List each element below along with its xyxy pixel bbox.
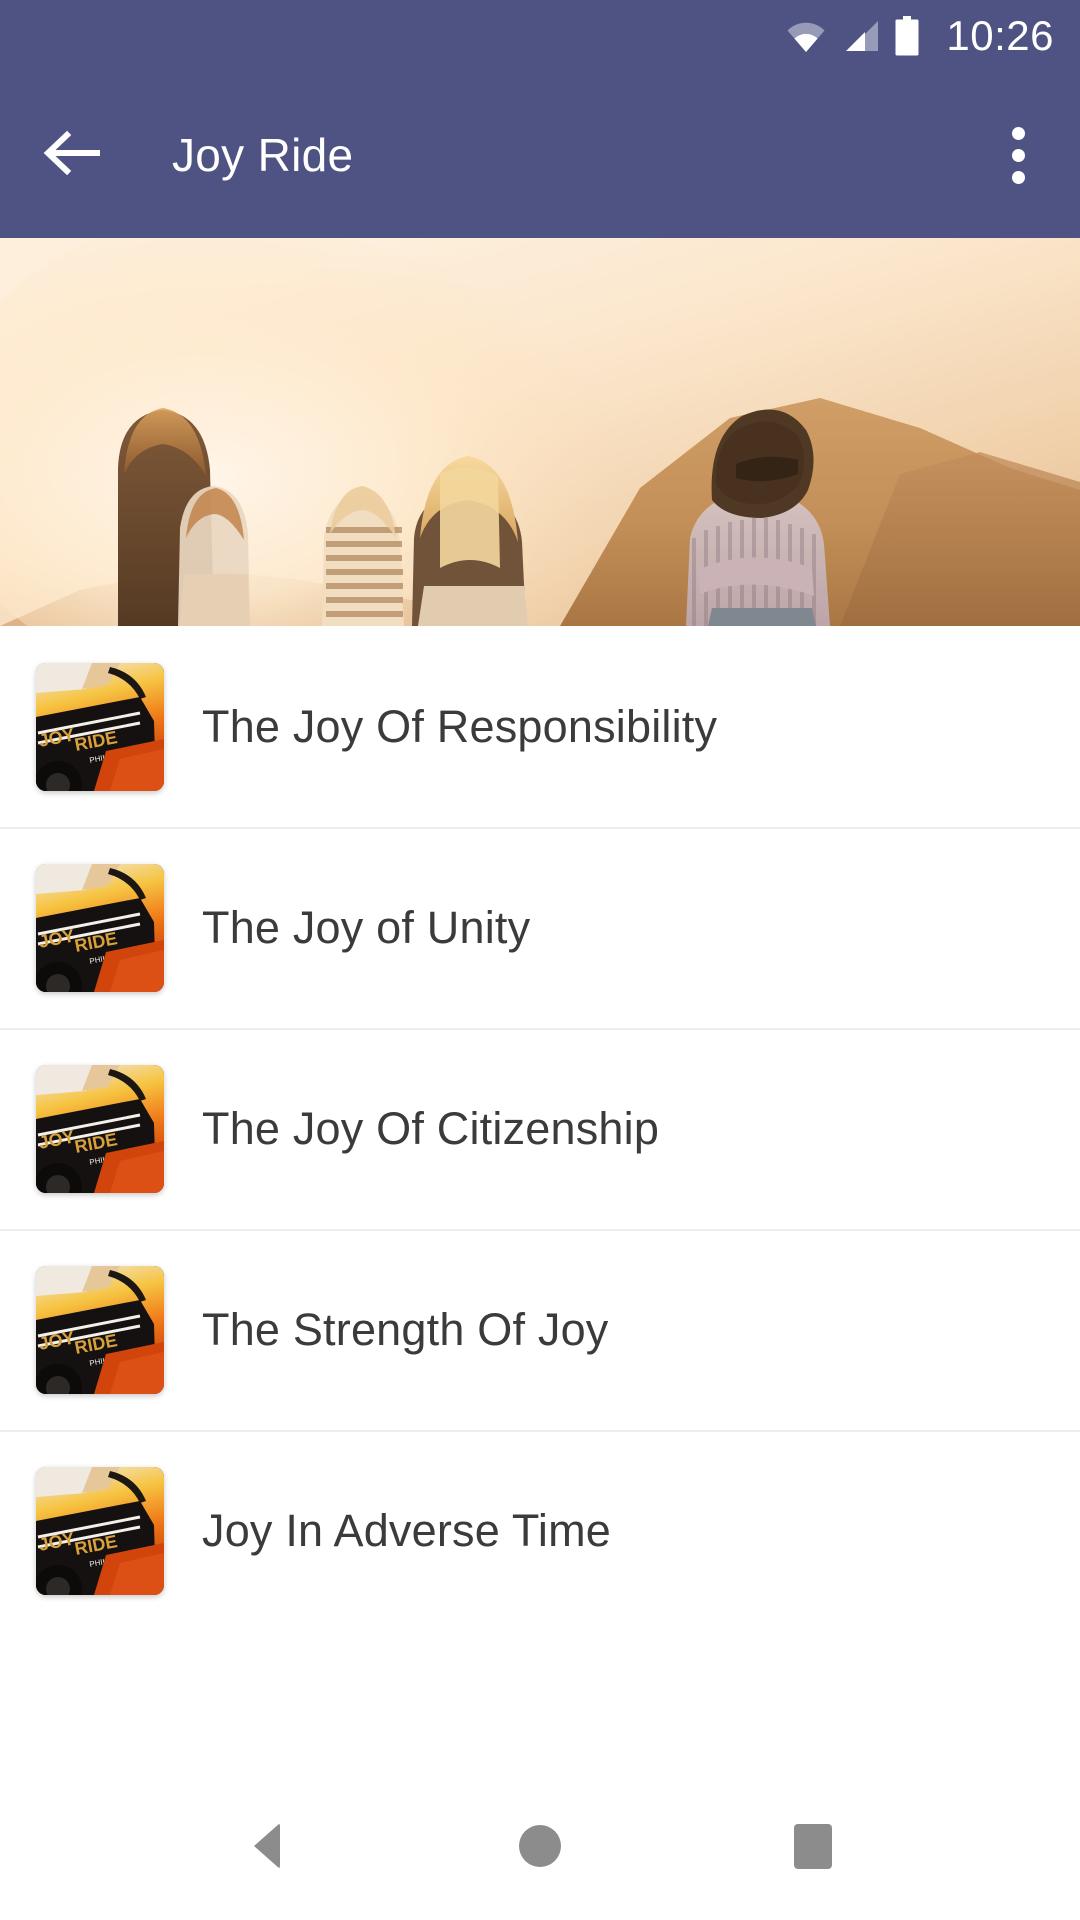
lesson-thumbnail: JOY RIDE PHILIPPIANS: [36, 662, 164, 791]
overflow-menu-icon-dot3: [1011, 170, 1025, 184]
cellular-signal-icon: [840, 19, 880, 53]
lesson-thumbnail: JOY RIDE PHILIPPIANS: [36, 1466, 164, 1595]
lesson-list: JOY RIDE PHILIPPIANS The Joy Of Responsi…: [0, 626, 1080, 1772]
hero-banner-image[interactable]: [0, 238, 1080, 626]
lesson-title: Joy In Adverse Time: [202, 1504, 611, 1556]
status-bar: 10:26: [0, 0, 1080, 72]
back-arrow-icon: [42, 127, 102, 184]
list-item[interactable]: JOY RIDE PHILIPPIANS The Strength Of Joy: [0, 1229, 1080, 1430]
list-item[interactable]: JOY RIDE PHILIPPIANS Joy In Adverse Time: [0, 1430, 1080, 1631]
app-root: 10:26 Joy Ride JOY RIDE The Joy Of Respo…: [0, 0, 1080, 1920]
list-item[interactable]: JOY RIDE PHILIPPIANS The Joy of Unity: [0, 827, 1080, 1028]
nav-back-button[interactable]: [207, 1796, 327, 1896]
lesson-title: The Joy Of Responsibility: [202, 700, 718, 752]
back-button[interactable]: [40, 123, 104, 187]
lesson-title: The Strength Of Joy: [202, 1303, 609, 1355]
square-recents-icon: [794, 1823, 833, 1869]
page-title: Joy Ride: [172, 129, 354, 181]
lesson-title: The Joy Of Citizenship: [202, 1102, 660, 1154]
overflow-menu-icon-dot2: [1011, 148, 1025, 162]
overflow-menu-icon: [1011, 126, 1025, 140]
nav-home-button[interactable]: [480, 1796, 600, 1896]
nav-recents-button[interactable]: [753, 1796, 873, 1896]
lesson-thumbnail: JOY RIDE PHILIPPIANS: [36, 1265, 164, 1394]
battery-icon: [894, 16, 920, 56]
app-bar: Joy Ride: [0, 72, 1080, 238]
status-bar-clock: 10:26: [946, 12, 1054, 59]
list-item[interactable]: JOY RIDE PHILIPPIANS The Joy Of Responsi…: [0, 626, 1080, 827]
status-bar-icons: 10:26: [786, 15, 1054, 57]
list-item[interactable]: JOY RIDE PHILIPPIANS The Joy Of Citizens…: [0, 1028, 1080, 1229]
lesson-thumbnail: JOY RIDE PHILIPPIANS: [36, 1064, 164, 1193]
lesson-thumbnail: JOY RIDE PHILIPPIANS: [36, 863, 164, 992]
wifi-icon: [786, 19, 826, 53]
circle-home-icon: [518, 1825, 561, 1867]
system-navigation-bar: [0, 1772, 1080, 1920]
triangle-back-icon: [253, 1823, 280, 1869]
lesson-title: The Joy of Unity: [202, 901, 531, 953]
overflow-menu-button[interactable]: [990, 117, 1046, 193]
